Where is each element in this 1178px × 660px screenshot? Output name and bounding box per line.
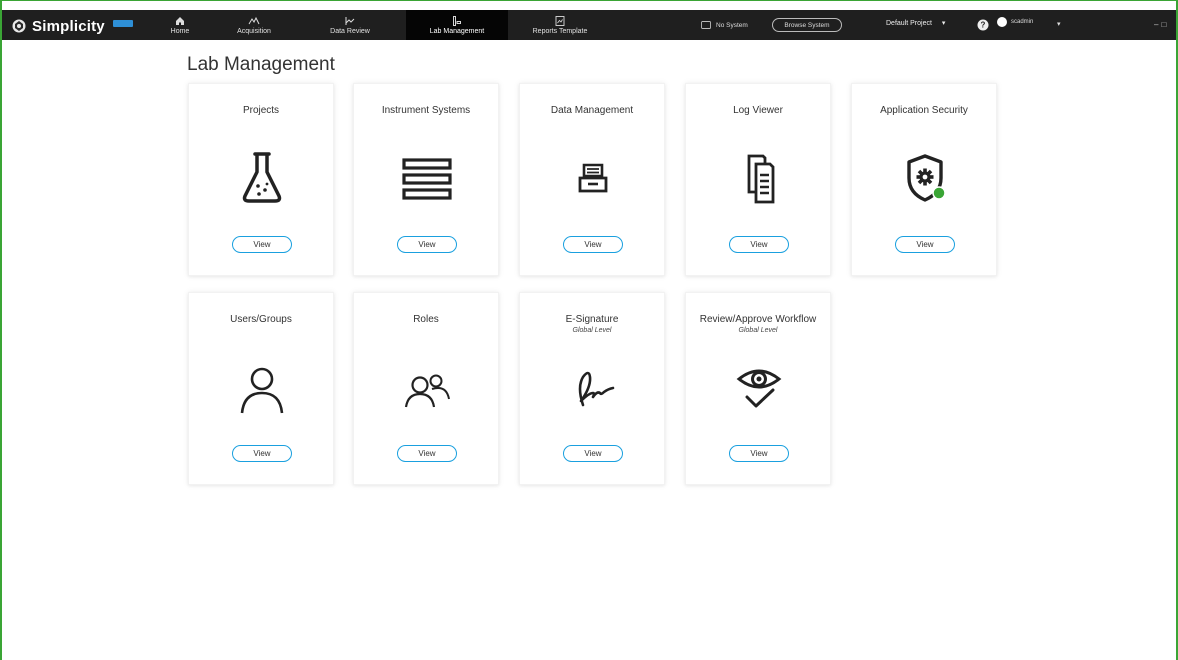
tab-reports-template-label: Reports Template bbox=[532, 27, 588, 35]
instrument-stack-icon bbox=[402, 158, 452, 200]
card-title: Users/Groups bbox=[230, 314, 292, 325]
users-groups-view-button[interactable]: View bbox=[232, 445, 292, 462]
browse-system-button[interactable]: Browse System bbox=[772, 18, 842, 32]
system-status: No System bbox=[700, 15, 748, 35]
card-instrument-systems: Instrument Systems View bbox=[353, 83, 499, 276]
shield-gear-icon bbox=[907, 154, 946, 202]
user-menu[interactable]: scadmin bbox=[997, 17, 1033, 27]
card-data-management: Data Management View bbox=[519, 83, 665, 276]
lab-management-icon bbox=[453, 15, 461, 26]
card-review-approve-workflow: Review/Approve Workflow Global Level Vie… bbox=[685, 292, 831, 485]
window-controls[interactable]: –□ bbox=[1154, 20, 1169, 29]
review-approve-workflow-view-button[interactable]: View bbox=[729, 445, 789, 462]
card-title: Data Management bbox=[550, 105, 634, 116]
roles-icon bbox=[404, 374, 450, 408]
flask-icon bbox=[242, 152, 282, 203]
instrument-systems-view-button[interactable]: View bbox=[397, 236, 457, 253]
simplicity-logo-icon bbox=[12, 19, 26, 33]
documents-icon bbox=[747, 154, 775, 204]
card-title: Log Viewer bbox=[733, 105, 783, 116]
card-title: Projects bbox=[242, 105, 280, 116]
card-application-security: Application Security View bbox=[851, 83, 997, 276]
card-subtitle: Global Level bbox=[738, 327, 778, 334]
tab-acquisition[interactable]: Acquisition bbox=[224, 10, 284, 40]
data-management-view-button[interactable]: View bbox=[563, 236, 623, 253]
acquisition-icon bbox=[248, 16, 260, 24]
system-icon bbox=[701, 21, 711, 29]
help-icon[interactable]: ? bbox=[977, 19, 989, 31]
card-roles: Roles View bbox=[353, 292, 499, 485]
tab-home[interactable]: Home bbox=[162, 10, 198, 40]
system-name: No System bbox=[716, 21, 748, 29]
tab-reports-template[interactable]: Reports Template bbox=[522, 10, 598, 40]
card-users-groups: Users/Groups View bbox=[188, 292, 334, 485]
data-review-icon bbox=[345, 16, 355, 25]
card-title: Instrument Systems bbox=[381, 105, 471, 116]
svg-text:?: ? bbox=[981, 21, 986, 30]
signature-icon bbox=[578, 371, 615, 407]
card-projects: Projects View bbox=[188, 83, 334, 276]
card-subtitle: Global Level bbox=[572, 327, 612, 334]
projects-view-button[interactable]: View bbox=[232, 236, 292, 253]
tab-data-review-label: Data Review bbox=[330, 27, 370, 35]
card-log-viewer: Log Viewer View bbox=[685, 83, 831, 276]
e-signature-view-button[interactable]: View bbox=[563, 445, 623, 462]
card-title: Roles bbox=[413, 314, 439, 325]
roles-view-button[interactable]: View bbox=[397, 445, 457, 462]
top-navigation-bar: Simplicity Home Acquisition Data Review … bbox=[2, 10, 1176, 40]
tab-lab-management-label: Lab Management bbox=[429, 27, 485, 35]
user-icon bbox=[240, 367, 284, 414]
card-title: Application Security bbox=[880, 105, 968, 116]
card-title: Review/Approve Workflow bbox=[699, 314, 817, 325]
user-name: scadmin bbox=[1011, 18, 1034, 25]
home-icon bbox=[176, 16, 184, 25]
tab-data-review[interactable]: Data Review bbox=[320, 10, 380, 40]
project-selected-value: Default Project bbox=[886, 19, 932, 27]
tab-home-label: Home bbox=[170, 27, 190, 35]
tab-acquisition-label: Acquisition bbox=[237, 27, 271, 35]
card-title: E-Signature bbox=[565, 314, 619, 325]
chevron-down-icon: ▾ bbox=[941, 20, 946, 27]
reports-template-icon bbox=[555, 15, 565, 26]
brand-badge bbox=[112, 19, 133, 27]
file-drawer-icon bbox=[578, 163, 608, 193]
brand: Simplicity bbox=[12, 16, 133, 36]
eye-check-icon bbox=[736, 369, 782, 408]
page-title: Lab Management bbox=[187, 54, 335, 75]
card-e-signature: E-Signature Global Level View bbox=[519, 292, 665, 485]
app-name: Simplicity bbox=[32, 17, 105, 35]
application-security-view-button[interactable]: View bbox=[895, 236, 955, 253]
log-viewer-view-button[interactable]: View bbox=[729, 236, 789, 253]
avatar bbox=[997, 17, 1007, 27]
user-menu-chevron-icon[interactable]: ▾ bbox=[1057, 20, 1061, 28]
tab-lab-management[interactable]: Lab Management bbox=[406, 10, 508, 40]
project-selector[interactable]: Default Project ▾ bbox=[886, 19, 946, 28]
